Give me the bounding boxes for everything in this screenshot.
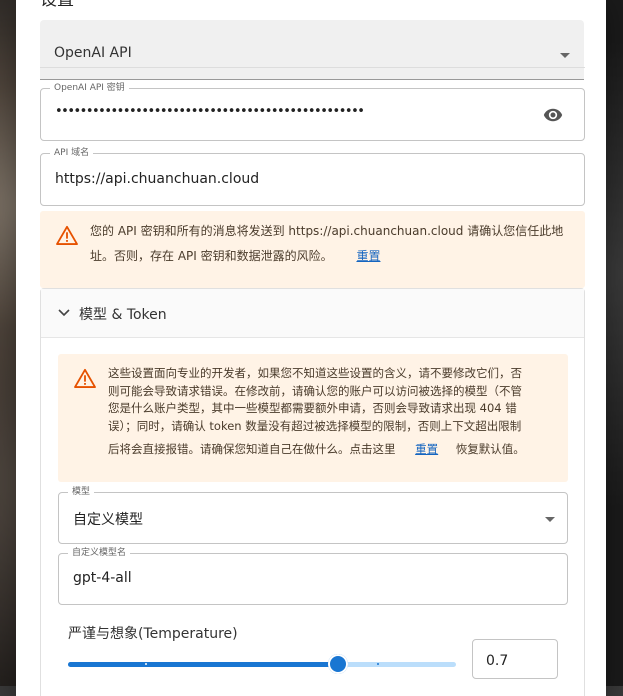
temperature-slider[interactable] (68, 653, 456, 675)
temperature-input[interactable]: 0.7 (472, 639, 558, 679)
chevron-down-icon (57, 305, 71, 319)
chevron-down-icon (545, 517, 555, 522)
dialog-title: 设置 (40, 0, 74, 8)
model-warning-suffix: 恢复默认值。 (455, 442, 525, 456)
custom-model-field[interactable]: 自定义模型名 gpt-4-all (58, 547, 568, 605)
temperature-label: 严谨与想象(Temperature) (68, 626, 238, 642)
custom-model-legend: 自定义模型名 (68, 547, 131, 559)
provider-select-value: OpenAI API (54, 45, 132, 61)
model-warning-line-2: 则可能会导致请求错误。在修改前，请确认您的账户可以访问被选择的模型（不管 (108, 383, 522, 398)
model-warning-line-4: 误）；同时，请确认 token 数量没有超过被选择模型的限制，否则上下文超出限制 (108, 418, 522, 433)
provider-select[interactable]: OpenAI API (40, 20, 584, 80)
settings-scroll-area[interactable]: OpenAI API OpenAI API 密钥 •••••••••••••••… (16, 20, 606, 696)
domain-reset-link[interactable]: 重置 (356, 249, 380, 263)
api-key-input[interactable]: ••••••••••••••••••••••••••••••••••••••••… (55, 104, 365, 119)
model-select-legend: 模型 (68, 486, 95, 498)
warning-icon (56, 225, 78, 249)
api-domain-field[interactable]: API 域名 https://api.chuanchuan.cloud (40, 147, 585, 206)
model-warning-line-5: 后将会直接报错。请确保您知道自己在做什么。点击这里 (108, 442, 396, 456)
model-token-accordion: 模型 & Token 这些设置面向专业的开发者，如果您不知道这些设置的含义，请不… (40, 288, 585, 696)
api-key-legend: OpenAI API 密钥 (50, 82, 129, 94)
domain-warning-text-1: 您的 API 密钥和所有的消息将发送到 https://api.chuanchu… (90, 224, 564, 238)
model-warning-alert: 这些设置面向专业的开发者，如果您不知道这些设置的含义，请不要修改它们，否 则可能… (58, 354, 568, 482)
model-reset-link[interactable]: 重置 (415, 442, 438, 456)
divider (40, 67, 585, 68)
api-key-field[interactable]: OpenAI API 密钥 ••••••••••••••••••••••••••… (40, 82, 585, 141)
slider-tick (377, 663, 379, 665)
warning-icon (74, 368, 96, 392)
slider-fill (68, 662, 338, 667)
model-token-accordion-header[interactable]: 模型 & Token (41, 289, 584, 338)
model-warning-line-3: 您是什么账户类型，其中一些模型都需要额外申请，否则会导致请求出现 404 错 (108, 401, 517, 415)
temperature-value[interactable]: 0.7 (486, 653, 508, 669)
chevron-down-icon (560, 53, 570, 58)
model-select[interactable]: 模型 自定义模型 (58, 486, 568, 544)
model-select-value: 自定义模型 (73, 512, 143, 528)
slider-tick (145, 663, 147, 665)
domain-warning-text-2: 址。否则，存在 API 密钥和数据泄露的风险。 (90, 249, 333, 263)
api-domain-legend: API 域名 (50, 147, 94, 159)
slider-thumb[interactable] (328, 654, 348, 674)
api-domain-input[interactable]: https://api.chuanchuan.cloud (55, 171, 259, 187)
custom-model-input[interactable]: gpt-4-all (73, 570, 132, 586)
settings-dialog: 设置 OpenAI API OpenAI API 密钥 ••••••••••••… (16, 0, 606, 696)
model-token-title: 模型 & Token (79, 307, 167, 323)
eye-icon[interactable] (542, 105, 564, 125)
domain-warning-alert: 您的 API 密钥和所有的消息将发送到 https://api.chuanchu… (40, 211, 585, 288)
model-warning-line-1: 这些设置面向专业的开发者，如果您不知道这些设置的含义，请不要修改它们，否 (108, 366, 522, 380)
